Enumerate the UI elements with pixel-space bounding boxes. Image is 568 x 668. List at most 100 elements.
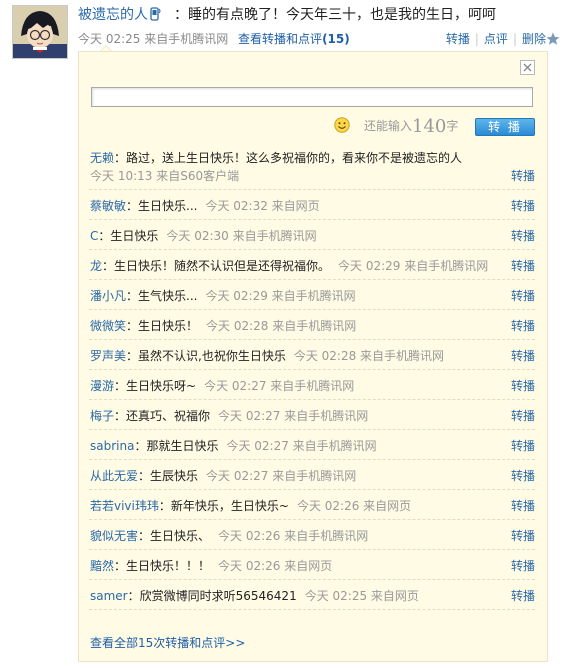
smiley-icon[interactable] bbox=[334, 117, 350, 133]
repost-author[interactable]: 无赖 bbox=[90, 151, 114, 165]
post-text: ：睡的有点晚了！今天年三十，也是我的生日，呵呵 bbox=[174, 7, 496, 23]
view-reposts-count[interactable]: (15) bbox=[322, 32, 350, 46]
list-item: 黯然：生日快乐！！！ 今天 02:26 来自网页 转播 bbox=[89, 550, 535, 580]
repost-message: ：生日快乐呀~ bbox=[114, 379, 197, 393]
repost-message: ：生日快乐、 bbox=[138, 529, 211, 543]
repost-author[interactable]: 黯然 bbox=[90, 559, 114, 573]
repost-time: 今天 02:32 来自网页 bbox=[205, 199, 320, 213]
panel-arrow-inner bbox=[101, 46, 111, 51]
repost-link[interactable]: 转播 bbox=[511, 467, 535, 485]
remaining-count: 140 bbox=[412, 116, 447, 137]
repost-message: ：还真巧、祝福你 bbox=[114, 409, 211, 423]
repost-time: 今天 02:27 来自手机腾讯网 bbox=[226, 439, 377, 453]
list-item: 漫游：生日快乐呀~ 今天 02:27 来自手机腾讯网 转播 bbox=[89, 370, 535, 400]
repost-author[interactable]: 若若vivi玮玮 bbox=[90, 499, 159, 513]
post-actions: 转播 | 点评 | 删除 bbox=[446, 30, 546, 48]
repost-message: ：欣赏微博同时求听56546421 bbox=[127, 589, 297, 603]
repost-message: ：那就生日快乐 bbox=[134, 439, 219, 453]
list-item: 潘小凡：生气快乐... 今天 02:29 来自手机腾讯网 转播 bbox=[89, 280, 535, 310]
repost-time: 今天 02:30 来自手机腾讯网 bbox=[166, 229, 317, 243]
repost-link[interactable]: 转播 bbox=[511, 437, 535, 455]
repost-author[interactable]: 貌似无害 bbox=[90, 529, 138, 543]
action-divider: | bbox=[512, 32, 517, 46]
list-item: 梅子：还真巧、祝福你 今天 02:27 来自手机腾讯网 转播 bbox=[89, 400, 535, 430]
list-item: 龙：生日快乐！随然不认识但是还得祝福你。 今天 02:29 来自手机腾讯网 转播 bbox=[89, 250, 535, 280]
repost-link[interactable]: 转播 bbox=[511, 527, 535, 545]
avatar[interactable] bbox=[12, 5, 68, 59]
list-item: C：生日快乐 今天 02:30 来自手机腾讯网 转播 bbox=[89, 220, 535, 250]
repost-link[interactable]: 转播 bbox=[511, 347, 535, 365]
list-item: 蔡敏敏：生日快乐... 今天 02:32 来自网页 转播 bbox=[89, 190, 535, 220]
author-name[interactable]: 被遗忘的人 bbox=[78, 7, 148, 23]
star-icon[interactable] bbox=[546, 32, 560, 46]
repost-time: 今天 02:29 来自手机腾讯网 bbox=[205, 289, 356, 303]
repost-author[interactable]: 蔡敏敏 bbox=[90, 199, 126, 213]
repost-message: ：虽然不认识,也祝你生日快乐 bbox=[126, 349, 286, 363]
view-all-reposts-link[interactable]: 查看全部15次转播和点评>> bbox=[90, 633, 245, 653]
repost-link[interactable]: 转播 bbox=[511, 257, 535, 275]
repost-message: ：生日快乐！随然不认识但是还得祝福你。 bbox=[102, 259, 331, 273]
repost-author[interactable]: 潘小凡 bbox=[90, 289, 126, 303]
repost-time: 今天 02:26 来自手机腾讯网 bbox=[218, 529, 369, 543]
repost-author[interactable]: sabrina bbox=[90, 439, 134, 453]
repost-list: 无赖：路过，送上生日快乐！这么多祝福你的，看来你不是被遗忘的人 今天 10:13… bbox=[79, 142, 545, 610]
repost-message: ：生日快乐... bbox=[126, 199, 198, 213]
close-icon[interactable] bbox=[520, 60, 535, 75]
view-reposts-link[interactable]: 查看转播和点评(15) bbox=[238, 32, 350, 46]
repost-link[interactable]: 转播 bbox=[511, 317, 535, 335]
repost-submit-button[interactable]: 转 播 bbox=[475, 118, 535, 136]
post-time-source: 今天 02:25 来自手机腾讯网 bbox=[78, 32, 229, 46]
repost-author[interactable]: samer bbox=[90, 589, 128, 603]
repost-author[interactable]: 从此无爱 bbox=[90, 469, 138, 483]
list-item: samer：欣赏微博同时求听56546421 今天 02:25 来自网页 转播 bbox=[89, 580, 535, 610]
remaining-prefix: 还能输入 bbox=[364, 119, 413, 133]
repost-message: ：生辰快乐 bbox=[138, 469, 199, 483]
repost-author[interactable]: 微微笑 bbox=[90, 319, 126, 333]
repost-time: 今天 02:26 来自网页 bbox=[218, 559, 333, 573]
repost-author[interactable]: 罗声美 bbox=[90, 349, 126, 363]
view-reposts-label[interactable]: 查看转播和点评 bbox=[238, 32, 322, 46]
repost-time: 今天 02:28 来自手机腾讯网 bbox=[206, 319, 357, 333]
repost-message: ：新年快乐，生日快乐~ bbox=[158, 499, 289, 513]
repost-link[interactable]: 转播 bbox=[511, 227, 535, 245]
repost-author[interactable]: 漫游 bbox=[90, 379, 114, 393]
repost-author[interactable]: 龙 bbox=[90, 259, 102, 273]
list-item: sabrina：那就生日快乐 今天 02:27 来自手机腾讯网 转播 bbox=[89, 430, 535, 460]
repost-link[interactable]: 转播 bbox=[511, 407, 535, 425]
repost-action[interactable]: 转播 bbox=[446, 32, 470, 46]
delete-action[interactable]: 删除 bbox=[522, 32, 546, 46]
repost-time: 今天 02:27 来自手机腾讯网 bbox=[218, 409, 369, 423]
post-author[interactable]: 被遗忘的人 bbox=[78, 5, 161, 25]
repost-link[interactable]: 转播 bbox=[511, 587, 535, 605]
repost-link[interactable]: 转播 bbox=[511, 287, 535, 305]
list-item: 无赖：路过，送上生日快乐！这么多祝福你的，看来你不是被遗忘的人 今天 10:13… bbox=[89, 142, 535, 190]
repost-link[interactable]: 转播 bbox=[511, 497, 535, 515]
post-meta: 今天 02:25 来自手机腾讯网 查看转播和点评(15) bbox=[78, 30, 350, 48]
remaining-chars: 还能输入140字 bbox=[364, 116, 459, 137]
list-item: 从此无爱：生辰快乐 今天 02:27 来自手机腾讯网 转播 bbox=[89, 460, 535, 490]
repost-link[interactable]: 转播 bbox=[511, 377, 535, 395]
action-divider: | bbox=[474, 32, 479, 46]
repost-link[interactable]: 转播 bbox=[511, 557, 535, 575]
remaining-suffix: 字 bbox=[446, 119, 459, 133]
comment-action[interactable]: 点评 bbox=[484, 32, 508, 46]
repost-time: 今天 02:27 来自手机腾讯网 bbox=[206, 469, 357, 483]
list-item: 罗声美：虽然不认识,也祝你生日快乐 今天 02:28 来自手机腾讯网 转播 bbox=[89, 340, 535, 370]
repost-time: 今天 02:27 来自手机腾讯网 bbox=[204, 379, 355, 393]
repost-time: 今天 02:29 来自手机腾讯网 bbox=[338, 259, 489, 273]
repost-time: 今天 02:26 来自网页 bbox=[296, 499, 412, 513]
repost-message: ：生日快乐！ bbox=[126, 319, 199, 333]
repost-input[interactable] bbox=[91, 87, 533, 107]
list-item: 微微笑：生日快乐！ 今天 02:28 来自手机腾讯网 转播 bbox=[89, 310, 535, 340]
repost-message: ：生日快乐 bbox=[98, 229, 159, 243]
list-item: 若若vivi玮玮：新年快乐，生日快乐~ 今天 02:26 来自网页 转播 bbox=[89, 490, 535, 520]
repost-message: ：生日快乐！！！ bbox=[114, 559, 211, 573]
repost-link[interactable]: 转播 bbox=[511, 197, 535, 215]
repost-message: ：生气快乐... bbox=[126, 289, 198, 303]
repost-link[interactable]: 转播 bbox=[511, 167, 535, 185]
repost-time: 今天 10:13 来自S60客户端 bbox=[90, 169, 240, 183]
repost-time: 今天 02:28 来自手机腾讯网 bbox=[293, 349, 445, 363]
repost-author[interactable]: 梅子 bbox=[90, 409, 114, 423]
repost-message: ：路过，送上生日快乐！这么多祝福你的，看来你不是被遗忘的人 bbox=[114, 151, 463, 165]
repost-time: 今天 02:25 来自网页 bbox=[304, 589, 419, 603]
